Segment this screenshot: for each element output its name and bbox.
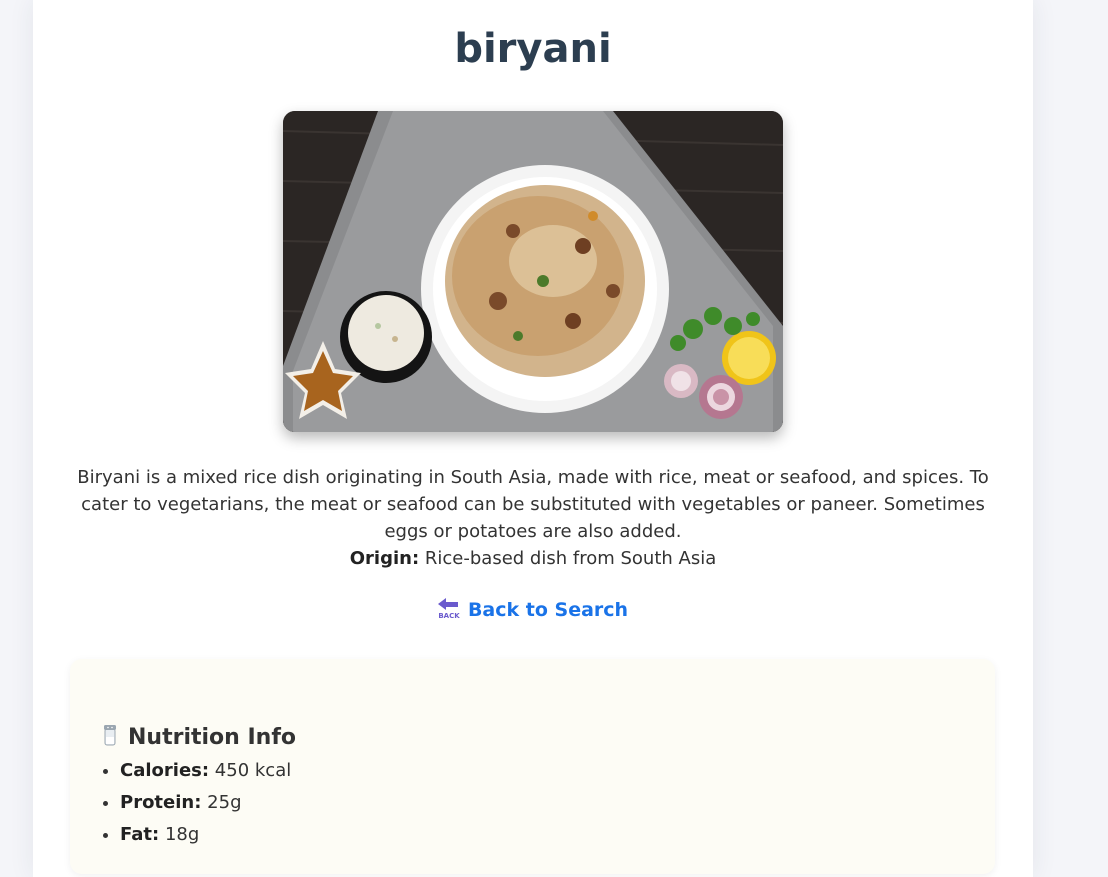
recipe-photo [283, 111, 783, 432]
nutrition-item-protein: Protein: 25g [120, 787, 291, 819]
svg-text:BACK: BACK [438, 612, 460, 620]
nutrition-value: 450 kcal [214, 760, 292, 781]
nutrition-label: Protein: [120, 792, 202, 813]
recipe-origin: Origin: Rice-based dish from South Asia [70, 545, 996, 572]
recipe-description-block: Biryani is a mixed rice dish originating… [70, 464, 996, 572]
nutrition-label: Fat: [120, 824, 160, 845]
nutrition-card: Nutrition Info Calories: 450 kcal Protei… [70, 659, 995, 874]
nutrition-item-fat: Fat: 18g [120, 819, 291, 851]
nutrition-value: 18g [164, 824, 200, 845]
recipe-page: biryani Biryani is a mixed rice dish ori… [33, 0, 1033, 877]
back-nav: BACK Back to Search [33, 597, 1033, 623]
origin-label: Origin: [349, 548, 420, 569]
origin-value: Rice-based dish from South Asia [424, 548, 717, 569]
back-to-search-link[interactable]: BACK Back to Search [437, 598, 629, 621]
nutrition-value: 25g [207, 792, 242, 813]
back-arrow-icon: BACK [437, 598, 462, 620]
salt-shaker-icon [102, 724, 118, 746]
recipe-description: Biryani is a mixed rice dish originating… [77, 467, 989, 542]
back-to-search-label: Back to Search [467, 599, 629, 621]
nutrition-heading: Nutrition Info [102, 723, 296, 753]
nutrition-item-calories: Calories: 450 kcal [120, 755, 291, 787]
nutrition-list: Calories: 450 kcal Protein: 25g Fat: 18g [102, 755, 291, 851]
recipe-title: biryani [454, 26, 612, 72]
nutrition-label: Calories: [120, 760, 210, 781]
nutrition-heading-label: Nutrition Info [128, 725, 297, 750]
